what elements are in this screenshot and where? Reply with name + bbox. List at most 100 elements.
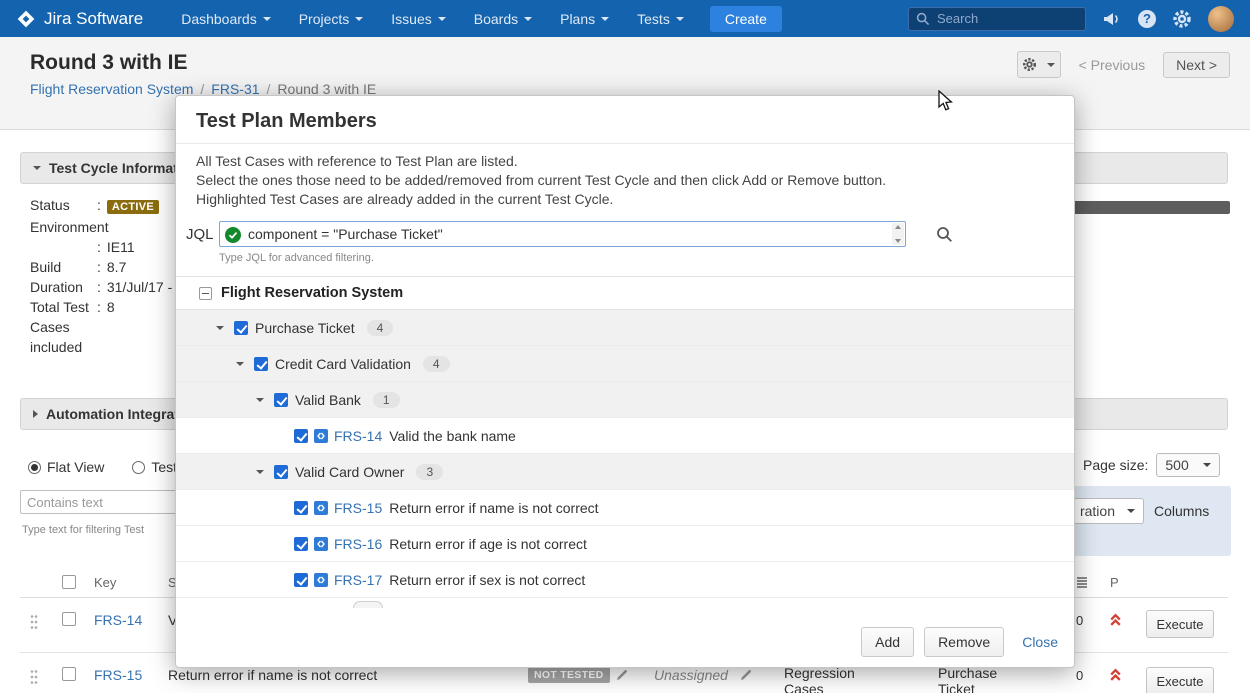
folder-label: Purchase Ticket — [255, 320, 355, 336]
flat-view-radio[interactable]: Flat View — [28, 459, 104, 475]
test-case-icon — [314, 429, 328, 443]
checkbox-checked[interactable] — [254, 357, 268, 371]
drag-handle-icon[interactable] — [30, 669, 38, 688]
collapse-icon[interactable] — [199, 287, 212, 300]
brand-name: Jira Software — [44, 9, 143, 29]
intro-line: Select the ones those need to be added/r… — [196, 171, 1054, 190]
nav-plans[interactable]: Plans — [560, 11, 609, 27]
drag-handle-icon[interactable] — [30, 614, 38, 633]
count-badge: 1 — [373, 392, 400, 408]
gear-icon[interactable] — [1172, 9, 1192, 29]
nav-boards[interactable]: Boards — [474, 11, 532, 27]
test-case-summary: Return error if sex is not correct — [389, 572, 585, 588]
jql-input[interactable]: component = "Purchase Ticket" — [219, 221, 906, 247]
gear-icon — [1022, 57, 1037, 72]
info-value: 8.7 — [107, 259, 126, 275]
next-button[interactable]: Next > — [1163, 52, 1230, 78]
chevron-down-icon[interactable] — [253, 398, 266, 402]
execute-button[interactable]: Execute — [1146, 610, 1214, 638]
test-case-key-link[interactable]: FRS-16 — [334, 536, 382, 552]
jql-row: JQL component = "Purchase Ticket" — [186, 221, 1054, 248]
chevron-down-icon — [1047, 63, 1055, 67]
checkbox-checked[interactable] — [294, 537, 308, 551]
chevron-down-icon[interactable] — [213, 326, 226, 330]
help-icon[interactable]: ? — [1138, 10, 1156, 28]
issue-key-link[interactable]: FRS-14 — [94, 612, 142, 628]
tree-testcase-row: FRS-14 Valid the bank name — [176, 418, 1074, 454]
execute-button[interactable]: Execute — [1146, 667, 1214, 693]
test-case-key-link[interactable]: FRS-15 — [334, 500, 382, 516]
execution-count: 0 — [1076, 613, 1083, 628]
colon: : — [97, 259, 101, 275]
test-case-key-link[interactable]: FRS-14 — [334, 428, 382, 444]
row-checkbox[interactable] — [62, 667, 76, 681]
nav-dashboards[interactable]: Dashboards — [181, 11, 271, 27]
cycle-settings-dropdown[interactable] — [1017, 51, 1061, 78]
checkbox-checked[interactable] — [274, 393, 288, 407]
tree-folder-row: Valid Bank 1 — [176, 382, 1074, 418]
status-badge: ACTIVE — [107, 200, 159, 214]
column-key[interactable]: Key — [94, 575, 116, 590]
chevron-down-icon — [601, 17, 609, 21]
nav-projects[interactable]: Projects — [299, 11, 364, 27]
add-button[interactable]: Add — [861, 627, 914, 657]
jira-home-link[interactable]: Jira Software — [16, 9, 143, 29]
checkbox-checked[interactable] — [294, 501, 308, 515]
dialog-title: Test Plan Members — [196, 110, 1054, 133]
search-input[interactable] — [908, 7, 1086, 31]
test-plan-members-dialog: Test Plan Members All Test Cases with re… — [175, 95, 1075, 668]
assignee: Unassigned — [654, 667, 728, 683]
count-badge-partial — [353, 601, 383, 608]
nav-plans-label: Plans — [560, 11, 595, 27]
test-case-summary: Return error if name is not correct — [389, 500, 598, 516]
filter-hint: Type text for filtering Test — [22, 524, 144, 536]
test-case-summary: Return error if age is not correct — [389, 536, 587, 552]
pencil-icon[interactable] — [616, 668, 628, 684]
radio-selected-icon — [28, 461, 41, 474]
chevron-down-icon — [263, 17, 271, 21]
chevron-down-icon[interactable] — [233, 362, 246, 366]
nav-tests[interactable]: Tests — [637, 11, 684, 27]
colon: : — [97, 239, 101, 255]
test-case-key-link[interactable]: FRS-17 — [334, 572, 382, 588]
nav-issues[interactable]: Issues — [391, 11, 445, 27]
nav-tests-label: Tests — [637, 11, 670, 27]
configuration-label: ration — [1080, 503, 1115, 519]
checkbox-checked[interactable] — [234, 321, 248, 335]
page-size-select[interactable]: 500 — [1156, 453, 1219, 477]
remove-button[interactable]: Remove — [924, 627, 1004, 657]
columns-button[interactable]: Columns — [1154, 503, 1209, 519]
nav-boards-label: Boards — [474, 11, 518, 27]
chevron-down-icon — [438, 17, 446, 21]
app-root: Jira Software Dashboards Projects Issues… — [0, 0, 1250, 693]
execution-count: 0 — [1076, 668, 1083, 683]
previous-link[interactable]: < Previous — [1079, 57, 1146, 73]
checkbox-checked[interactable] — [294, 429, 308, 443]
checkbox-checked[interactable] — [294, 573, 308, 587]
dialog-footer: Add Remove Close — [861, 627, 1058, 657]
info-row-environment: Environment:IE11 — [30, 217, 190, 257]
close-link[interactable]: Close — [1022, 634, 1058, 650]
column-priority[interactable]: P — [1110, 575, 1119, 590]
pencil-icon[interactable] — [740, 668, 752, 684]
select-all-checkbox[interactable] — [62, 575, 76, 589]
radio-icon — [132, 461, 145, 474]
checkbox-checked[interactable] — [274, 465, 288, 479]
top-navbar: Jira Software Dashboards Projects Issues… — [0, 0, 1250, 37]
create-button[interactable]: Create — [710, 6, 782, 32]
test-case-icon — [314, 501, 328, 515]
count-badge: 4 — [423, 356, 450, 372]
breadcrumb-project-link[interactable]: Flight Reservation System — [30, 81, 193, 97]
jql-search-icon[interactable] — [936, 226, 953, 248]
info-row-status: Status:ACTIVE — [30, 195, 190, 217]
test-case-summary: Valid the bank name — [389, 428, 516, 444]
user-avatar[interactable] — [1208, 6, 1234, 32]
jql-scrollbar[interactable] — [892, 223, 904, 245]
info-label: Status — [30, 195, 97, 215]
announcement-icon[interactable] — [1102, 10, 1122, 28]
issue-key-link[interactable]: FRS-15 — [94, 667, 142, 683]
row-checkbox[interactable] — [62, 612, 76, 626]
chevron-down-icon — [355, 17, 363, 21]
chevron-down-icon[interactable] — [253, 470, 266, 474]
chevron-right-icon — [33, 410, 38, 418]
